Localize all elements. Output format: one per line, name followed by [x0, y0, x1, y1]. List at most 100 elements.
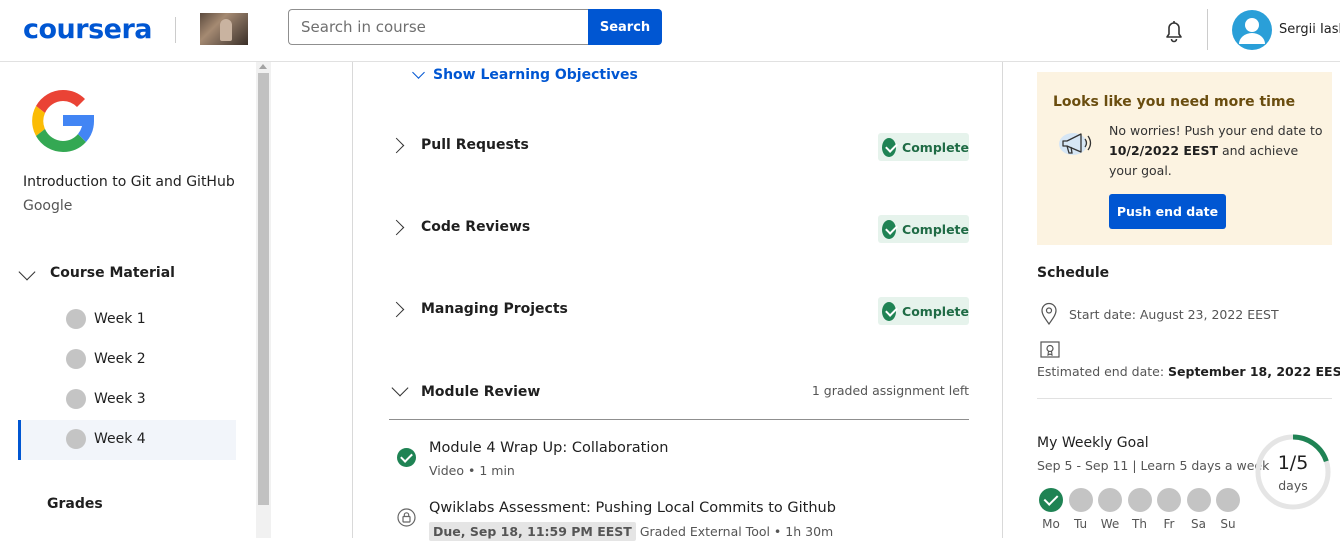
- module-review-title: Module Review: [421, 384, 541, 400]
- assignments-left: 1 graded assignment left: [811, 383, 969, 398]
- check-circle-icon: [882, 137, 897, 157]
- day-label: Tu: [1073, 517, 1088, 531]
- end-date-value: September 18, 2022 EEST: [1168, 364, 1340, 379]
- right-panel: Looks like you need more time No worries…: [1037, 62, 1340, 538]
- status-badge: Complete: [878, 297, 969, 325]
- goal-progress-unit: days: [1278, 478, 1308, 493]
- coursera-logo[interactable]: coursera: [23, 14, 153, 45]
- course-thumbnail: [200, 13, 248, 45]
- chevron-right-icon: [388, 137, 405, 154]
- lesson-code-reviews[interactable]: Code Reviews Complete: [388, 213, 969, 243]
- card-title: Looks like you need more time: [1053, 94, 1296, 110]
- progress-circle-icon: [66, 309, 86, 329]
- day-label: Mo: [1042, 517, 1060, 531]
- user-name[interactable]: Sergii Iasko: [1279, 22, 1340, 37]
- day-label: Th: [1132, 517, 1147, 531]
- scrollbar-thumb[interactable]: [258, 73, 269, 505]
- lesson-title: Code Reviews: [421, 219, 531, 235]
- lesson-pull-requests[interactable]: Pull Requests Complete: [388, 131, 969, 161]
- item-meta: Video • 1 min: [429, 463, 515, 478]
- chevron-down-icon: [391, 379, 409, 397]
- status-label: Complete: [902, 303, 969, 319]
- push-deadline-card: Looks like you need more time No worries…: [1037, 72, 1332, 245]
- header-divider: [175, 17, 176, 43]
- day-th: Th: [1127, 488, 1152, 531]
- chevron-right-icon: [388, 219, 405, 236]
- search-input[interactable]: [288, 9, 588, 45]
- lesson-title: Pull Requests: [421, 137, 529, 153]
- lock-icon: [397, 508, 416, 527]
- weekly-goal-title[interactable]: My Weekly Goal: [1037, 435, 1149, 451]
- scroll-up-arrow-icon[interactable]: [259, 64, 267, 69]
- day-label: Su: [1220, 517, 1236, 531]
- day-tu: Tu: [1068, 488, 1093, 531]
- chevron-right-icon: [388, 301, 405, 318]
- certificate-icon: [1040, 341, 1060, 358]
- day-circle-icon: [1186, 488, 1211, 512]
- status-label: Complete: [902, 139, 969, 155]
- item-meta: Due, Sep 18, 11:59 PM EEST Graded Externa…: [429, 522, 833, 541]
- show-learning-objectives-link[interactable]: Show Learning Objectives: [410, 66, 638, 83]
- weekly-goal-range: Sep 5 - Sep 11 | Learn 5 days a week: [1037, 458, 1270, 473]
- estimated-end-date: Estimated end date: September 18, 2022 E…: [1037, 364, 1340, 379]
- check-circle-icon: [882, 219, 897, 239]
- day-sa: Sa: [1186, 488, 1211, 531]
- check-circle-icon: [397, 448, 416, 467]
- course-title[interactable]: Introduction to Git and GitHub: [23, 174, 235, 190]
- sidebar-scrollbar[interactable]: [256, 62, 271, 538]
- status-badge: Complete: [878, 215, 969, 243]
- sidebar-item-week-1[interactable]: Week 1: [18, 300, 236, 340]
- day-circle-icon: [1127, 488, 1152, 512]
- top-header: coursera Search Sergii Iasko: [0, 0, 1340, 62]
- bell-icon[interactable]: [1160, 17, 1188, 45]
- megaphone-icon: [1059, 133, 1092, 155]
- user-icon: [1239, 18, 1265, 44]
- list-item[interactable]: Module 4 Wrap Up: Collaboration Video • …: [389, 440, 969, 484]
- week-label: Week 1: [94, 311, 146, 327]
- divider: [1037, 398, 1332, 399]
- header-divider-right: [1207, 9, 1208, 50]
- check-circle-icon: [1039, 488, 1063, 512]
- course-material-toggle[interactable]: Course Material: [18, 262, 236, 286]
- course-org: Google: [23, 198, 73, 214]
- due-badge: Due, Sep 18, 11:59 PM EEST: [429, 522, 636, 541]
- sidebar-item-week-4[interactable]: Week 4: [18, 420, 236, 460]
- day-circle-icon: [1098, 488, 1122, 512]
- new-end-date: 10/2/2022 EEST: [1109, 143, 1218, 158]
- google-logo-icon: [32, 89, 95, 153]
- end-date-label: Estimated end date:: [1037, 364, 1169, 379]
- lesson-managing-projects[interactable]: Managing Projects Complete: [388, 295, 969, 325]
- status-badge: Complete: [878, 133, 969, 161]
- schedule-title: Schedule: [1037, 265, 1110, 281]
- day-circle-icon: [1157, 488, 1181, 512]
- day-label: Sa: [1191, 517, 1206, 531]
- module-content: Show Learning Objectives Pull Requests C…: [352, 62, 1003, 541]
- week-label: Week 4: [94, 431, 146, 447]
- sidebar-item-grades[interactable]: Grades: [47, 496, 103, 512]
- search-button[interactable]: Search: [588, 9, 662, 45]
- push-end-date-button[interactable]: Push end date: [1109, 194, 1226, 229]
- location-pin-icon: [1041, 302, 1057, 326]
- chevron-down-icon: [18, 263, 36, 281]
- card-body-prefix: No worries! Push your end date to: [1109, 123, 1323, 138]
- lesson-title: Managing Projects: [421, 301, 568, 317]
- progress-circle-icon: [66, 349, 86, 369]
- check-circle-icon: [882, 301, 897, 321]
- week-label: Week 3: [94, 391, 146, 407]
- start-date: Start date: August 23, 2022 EEST: [1069, 307, 1279, 322]
- module-review-header[interactable]: Module Review 1 graded assignment left: [389, 378, 969, 420]
- sidebar-item-week-3[interactable]: Week 3: [18, 380, 236, 420]
- day-su: Su: [1216, 488, 1240, 531]
- avatar[interactable]: [1232, 10, 1272, 50]
- item-type: Graded External Tool • 1h 30m: [639, 524, 834, 539]
- item-title[interactable]: Module 4 Wrap Up: Collaboration: [429, 440, 668, 456]
- item-title[interactable]: Qwiklabs Assessment: Pushing Local Commi…: [429, 500, 836, 516]
- card-body: No worries! Push your end date to 10/2/2…: [1109, 121, 1324, 181]
- weekday-tracker: Mo Tu We Th Fr Sa Su: [1039, 488, 1240, 532]
- course-sidebar: Introduction to Git and GitHub Google Co…: [0, 62, 256, 538]
- list-item[interactable]: Qwiklabs Assessment: Pushing Local Commi…: [389, 500, 969, 544]
- course-material-label: Course Material: [50, 265, 175, 281]
- sidebar-item-week-2[interactable]: Week 2: [18, 340, 236, 380]
- day-we: We: [1098, 488, 1122, 531]
- goal-progress-value: 1/5: [1277, 452, 1309, 474]
